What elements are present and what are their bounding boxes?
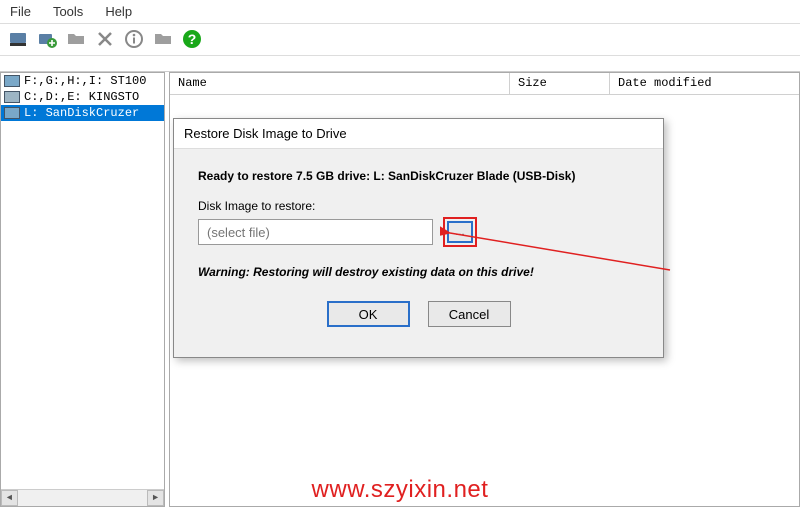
menu-file[interactable]: File xyxy=(8,2,33,21)
drive-label: F:,G:,H:,I: ST100 xyxy=(24,74,146,88)
image-label: Disk Image to restore: xyxy=(198,199,645,213)
dialog-title: Restore Disk Image to Drive xyxy=(174,119,663,149)
drive-item[interactable]: C:,D:,E: KINGSTO xyxy=(1,89,164,105)
svg-text:?: ? xyxy=(188,31,197,47)
ssd-icon xyxy=(4,91,20,103)
ready-text: Ready to restore 7.5 GB drive: L: SanDis… xyxy=(198,169,645,183)
col-name[interactable]: Name xyxy=(170,73,510,95)
menu-tools[interactable]: Tools xyxy=(51,2,85,21)
tree-scrollbar[interactable]: ◄ ► xyxy=(1,489,164,506)
ok-button[interactable]: OK xyxy=(327,301,410,327)
menu-help[interactable]: Help xyxy=(103,2,134,21)
drive-label: L: SanDiskCruzer xyxy=(24,106,139,120)
add-disk-icon[interactable] xyxy=(37,29,57,49)
folder2-icon[interactable] xyxy=(153,29,173,49)
scroll-left-icon[interactable]: ◄ xyxy=(1,490,18,506)
toolbar: ? xyxy=(0,24,800,56)
drive-label: C:,D:,E: KINGSTO xyxy=(24,90,139,104)
cancel-button[interactable]: Cancel xyxy=(428,301,511,327)
browse-button[interactable]: ... xyxy=(447,221,473,243)
browse-highlight: ... xyxy=(443,217,477,247)
scroll-right-icon[interactable]: ► xyxy=(147,490,164,506)
col-size[interactable]: Size xyxy=(510,73,610,95)
help-icon[interactable]: ? xyxy=(182,29,202,49)
disk-icon[interactable] xyxy=(8,29,28,49)
restore-dialog: Restore Disk Image to Drive Ready to res… xyxy=(173,118,664,358)
drive-tree: F:,G:,H:,I: ST100 C:,D:,E: KINGSTO L: Sa… xyxy=(0,72,165,507)
col-date[interactable]: Date modified xyxy=(610,73,799,95)
drive-item-selected[interactable]: L: SanDiskCruzer xyxy=(1,105,164,121)
menubar: File Tools Help xyxy=(0,0,800,24)
watermark-url: www.szyixin.net xyxy=(312,476,489,504)
hdd-icon xyxy=(4,75,20,87)
list-header: Name Size Date modified xyxy=(170,73,799,95)
usb-icon xyxy=(4,107,20,119)
warning-text: Warning: Restoring will destroy existing… xyxy=(198,265,645,279)
folder-icon[interactable] xyxy=(66,29,86,49)
image-path-input[interactable] xyxy=(198,219,433,245)
info-icon[interactable] xyxy=(124,29,144,49)
drive-item[interactable]: F:,G:,H:,I: ST100 xyxy=(1,73,164,89)
delete-icon[interactable] xyxy=(95,29,115,49)
